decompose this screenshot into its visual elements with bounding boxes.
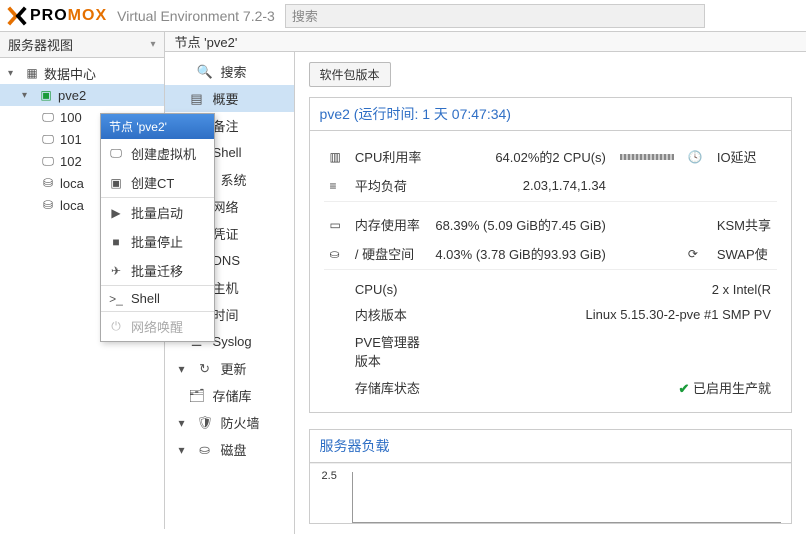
server-load-panel: 服务器负载 2.5 (309, 429, 792, 524)
cpu-icon: ▥ (330, 150, 341, 164)
node-context-menu: 节点 'pve2' 🖵创建虚拟机 ▣创建CT ▶批量启动 ■批量停止 ✈批量迁移… (100, 113, 215, 342)
storage-icon: ⛁ (40, 176, 56, 190)
monitor-icon: 🖵 (40, 132, 56, 147)
status-table: ▥ CPU利用率 64.02%的2 CPU(s) 🕓 IO延迟 ≡ 平均负荷 2 (322, 141, 779, 402)
app-header: PROMOX Virtual Environment 7.2-3 搜索 (0, 0, 806, 32)
tree-datacenter[interactable]: ▾ ▦ 数据中心 (0, 62, 164, 84)
hdd-icon: ⛀ (330, 247, 340, 261)
info-row-kernel: 内核版本 Linux 5.15.30-2-pve #1 SMP PV (324, 302, 777, 327)
play-icon: ▶ (109, 206, 123, 220)
content-area: 节点 'pve2' 🔍搜索 ▤概要 📄备注 >_Shell ▾⚙系统 ⇄网络 🏅… (165, 32, 806, 529)
shell-icon: >_ (109, 292, 123, 306)
chart-ytick: 2.5 (322, 470, 337, 482)
stat-row-cpu: ▥ CPU利用率 64.02%的2 CPU(s) 🕓 IO延迟 (324, 143, 777, 170)
shield-icon: 🛡 (197, 415, 213, 431)
monitor-icon: 🖵 (40, 110, 56, 125)
nav-search[interactable]: 🔍搜索 (165, 58, 294, 85)
collapse-toggle-icon[interactable]: ▾ (22, 90, 34, 101)
chevron-down-icon: ▾ (151, 39, 156, 50)
ctx-wake-on-lan: ⏻网络唤醒 (101, 312, 214, 341)
ctx-bulk-migrate[interactable]: ✈批量迁移 (101, 256, 214, 285)
nav-disks[interactable]: ▾⛀磁盘 (165, 436, 294, 463)
resource-tree: ▾ ▦ 数据中心 ▾ ▣ pve2 🖵 100 🖵 101 🖵 102 (0, 58, 164, 529)
nav-firewall[interactable]: ▾🛡防火墙 (165, 409, 294, 436)
status-panel-title: pve2 (运行时间: 1 天 07:47:34) (310, 98, 791, 131)
ctx-shell[interactable]: >_Shell (101, 286, 214, 311)
breadcrumb: 节点 'pve2' (165, 32, 806, 52)
cpu-bar (620, 154, 674, 160)
search-icon: 🔍 (197, 64, 213, 80)
datacenter-icon: ▦ (24, 66, 40, 80)
tree-node-pve2[interactable]: ▾ ▣ pve2 (0, 84, 164, 106)
node-icon: ▣ (38, 88, 54, 102)
monitor-icon: 🖵 (109, 146, 123, 161)
stop-icon: ■ (109, 235, 123, 249)
ctx-bulk-start[interactable]: ▶批量启动 (101, 198, 214, 227)
status-panel: pve2 (运行时间: 1 天 07:47:34) ▥ CPU利用率 64.02… (309, 97, 792, 413)
collapse-toggle-icon[interactable]: ▾ (8, 68, 20, 79)
context-menu-title: 节点 'pve2' (101, 114, 214, 139)
disk-icon: ⛀ (197, 442, 213, 458)
cube-icon: ▣ (109, 176, 123, 190)
info-row-cpus: CPU(s) 2 x Intel(R (324, 279, 777, 300)
server-load-title: 服务器负载 (310, 430, 791, 463)
repo-icon: 🗂 (189, 388, 205, 404)
load-chart: 2.5 (310, 463, 791, 523)
stat-row-memory: ▭ 内存使用率 68.39% (5.09 GiB的7.45 GiB) KSM共享 (324, 211, 777, 238)
stat-row-disk: ⛀ / 硬盘空间 4.03% (3.78 GiB的93.93 GiB) ⟳ SW… (324, 240, 777, 267)
chevron-down-icon: ▾ (175, 362, 189, 376)
swap-icon: ⟳ (688, 247, 698, 261)
storage-icon: ⛁ (40, 198, 56, 212)
nav-summary[interactable]: ▤概要 (165, 85, 294, 112)
ctx-create-vm[interactable]: 🖵创建虚拟机 (101, 139, 214, 168)
check-icon: ✔ (678, 381, 689, 396)
monitor-icon: 🖵 (40, 154, 56, 169)
summary-icon: ▤ (189, 91, 205, 107)
ctx-create-ct[interactable]: ▣创建CT (101, 168, 214, 197)
power-icon: ⏻ (109, 319, 123, 334)
env-version-text: Virtual Environment 7.2-3 (117, 8, 275, 24)
nav-updates[interactable]: ▾↻更新 (165, 355, 294, 382)
logo-x-icon (6, 5, 28, 27)
nav-repositories[interactable]: 🗂存储库 (165, 382, 294, 409)
global-search-input[interactable]: 搜索 (285, 4, 705, 28)
info-row-repo: 存储库状态 ✔ 已启用生产就 (324, 375, 777, 400)
bars-icon: ≡ (330, 179, 337, 193)
stat-row-load: ≡ 平均负荷 2.03,1.74,1.34 (324, 172, 777, 199)
view-mode-dropdown[interactable]: 服务器视图 ▾ (0, 32, 164, 58)
detail-panel: 软件包版本 pve2 (运行时间: 1 天 07:47:34) ▥ CPU利用率… (295, 52, 806, 534)
ctx-bulk-stop[interactable]: ■批量停止 (101, 227, 214, 256)
migrate-icon: ✈ (109, 264, 123, 278)
memory-icon: ▭ (330, 218, 341, 232)
chevron-down-icon: ▾ (175, 443, 189, 457)
package-versions-button[interactable]: 软件包版本 (309, 62, 391, 87)
logo: PROMOX (6, 5, 107, 27)
info-row-pve: PVE管理器版本 (324, 329, 777, 373)
chevron-down-icon: ▾ (175, 416, 189, 430)
refresh-icon: ↻ (197, 361, 213, 377)
resource-tree-sidebar: 服务器视图 ▾ ▾ ▦ 数据中心 ▾ ▣ pve2 🖵 100 🖵 101 (0, 32, 165, 529)
clock-icon: 🕓 (688, 150, 703, 164)
view-mode-label: 服务器视图 (8, 35, 73, 54)
chart-plot-area (352, 472, 781, 523)
